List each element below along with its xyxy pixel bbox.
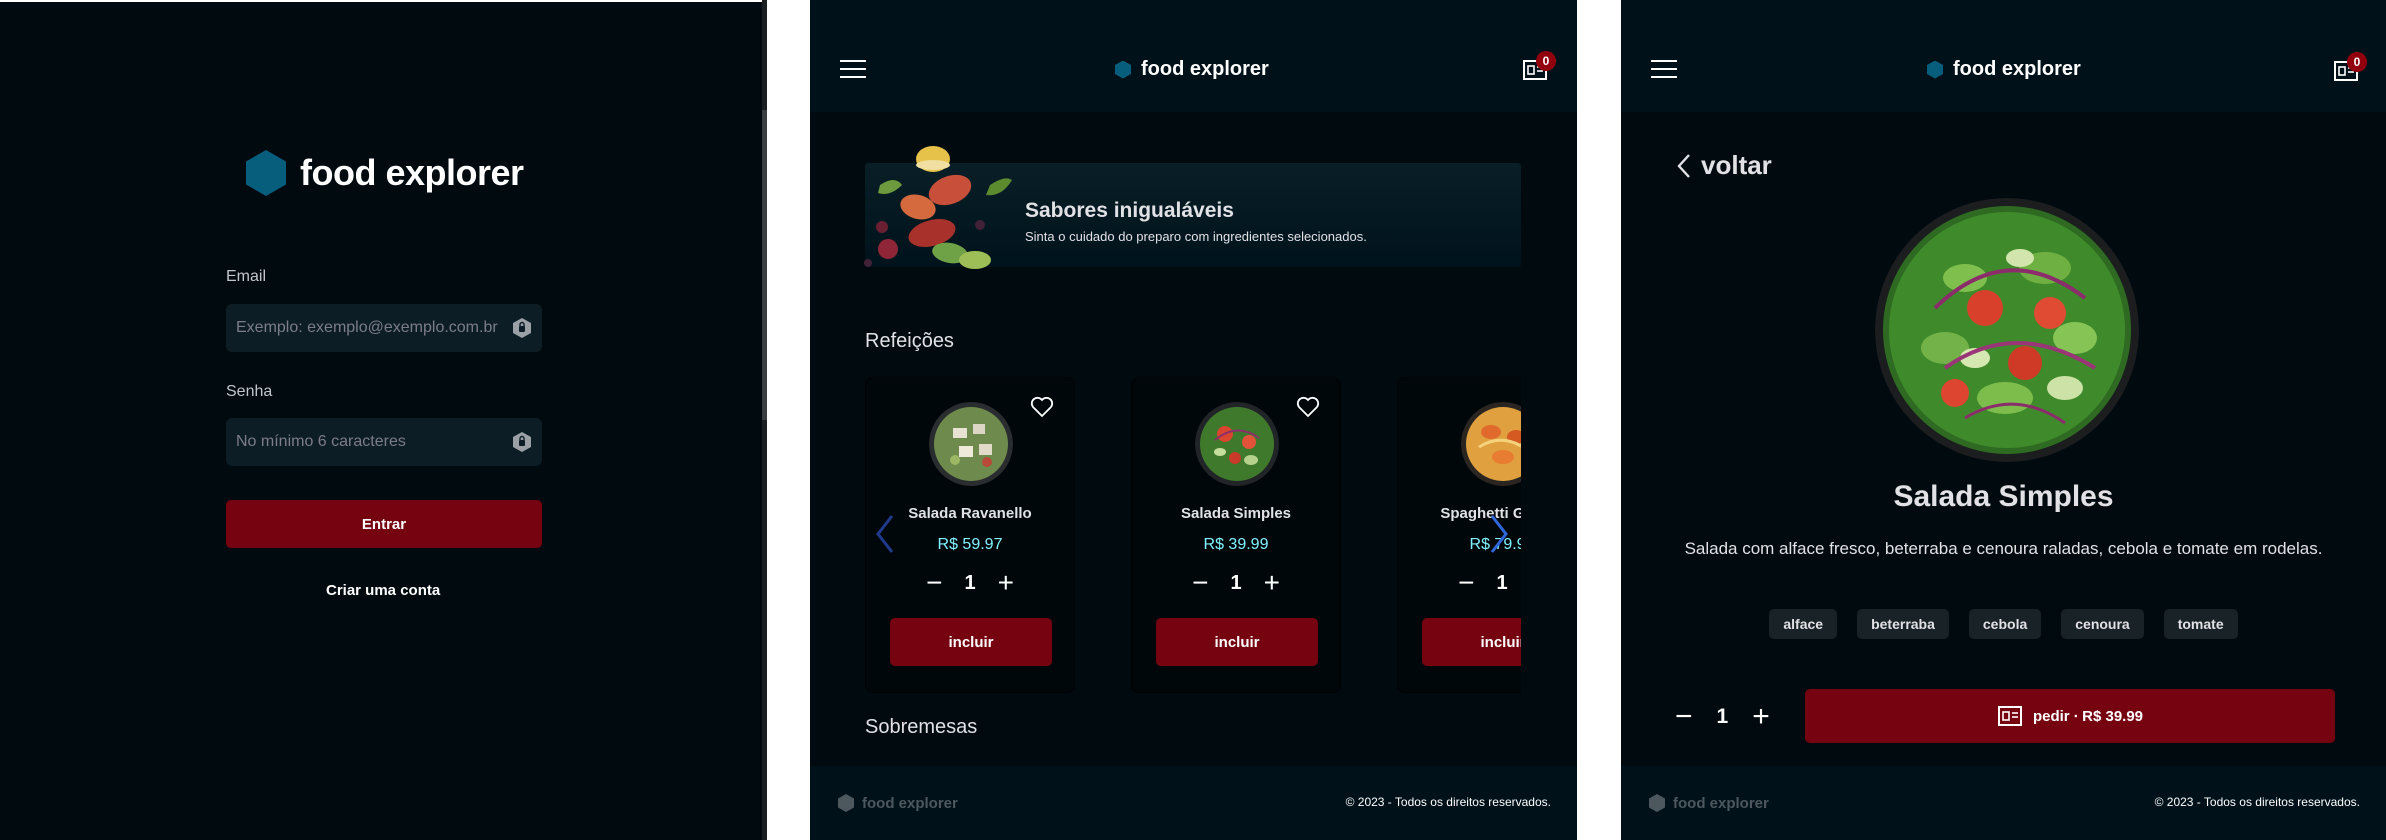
plus-icon[interactable]: + — [1264, 569, 1280, 597]
footer-logo-text: food explorer — [1673, 794, 1769, 812]
cart-count-badge: 0 — [1536, 51, 1556, 71]
email-field-wrapper — [226, 304, 542, 352]
dish-price: R$ 39.99 — [1203, 536, 1269, 553]
dish-card[interactable]: Salada Simples R$ 39.99 − 1 + incluir — [1131, 377, 1341, 693]
dish-price: R$ 59.97 — [937, 536, 1003, 553]
ingredient-tag: beterraba — [1857, 609, 1949, 639]
ingredient-tag: cenoura — [2061, 609, 2144, 639]
cart-count-badge: 0 — [2347, 52, 2367, 72]
back-label: voltar — [1701, 150, 1772, 180]
hexagon-logo-icon — [1927, 60, 1943, 79]
quantity-value: 1 — [964, 571, 976, 594]
macarons-image — [864, 146, 1012, 269]
home-screen: food explorer 0 Sabores inigualáveis Sin… — [810, 0, 1577, 840]
banner-subtitle: Sinta o cuidado do preparo com ingredien… — [1025, 229, 1367, 244]
menu-icon[interactable] — [1651, 60, 1677, 80]
include-button[interactable]: incluir — [1156, 618, 1318, 666]
banner-title: Sabores inigualáveis — [1025, 199, 1234, 222]
hexagon-logo-icon — [1115, 60, 1131, 79]
footer-logo-text: food explorer — [862, 794, 958, 812]
footer-logo: food explorer — [1649, 794, 1769, 812]
quantity-stepper: − 1 + — [1398, 569, 1521, 597]
menu-icon[interactable] — [840, 60, 866, 80]
password-field[interactable] — [236, 433, 512, 451]
logo-text: food explorer — [1141, 58, 1269, 80]
top-border — [0, 0, 765, 2]
dish-name[interactable]: Salada Ravanello — [866, 505, 1074, 522]
minus-icon[interactable]: − — [1675, 700, 1693, 734]
order-label: pedir ∙ R$ 39.99 — [2032, 707, 2144, 725]
hexagon-logo-icon — [246, 150, 286, 196]
logo: food explorer — [1927, 58, 2081, 81]
ingredient-tag: tomate — [2163, 609, 2238, 639]
quantity-value: 1 — [1716, 705, 1729, 728]
chevron-left-icon[interactable] — [874, 512, 896, 556]
logo-text: food explorer — [1953, 58, 2081, 80]
dish-description: Salada com alface fresco, beterraba e ce… — [1684, 539, 2323, 558]
meals-carousel: Salada Ravanello R$ 59.97 − 1 + incluir — [865, 377, 1521, 697]
quantity-stepper: − 1 + — [1132, 569, 1340, 597]
footer: food explorer © 2023 - Todos os direitos… — [810, 766, 1577, 840]
minus-icon[interactable]: − — [1458, 569, 1474, 597]
dish-image — [929, 402, 1013, 486]
logo-text: food explorer — [300, 152, 524, 193]
scrollbar-thumb[interactable] — [762, 110, 767, 420]
create-account-link[interactable]: Criar uma conta — [326, 582, 440, 599]
logo: food explorer — [1115, 58, 1269, 81]
quantity-value: 1 — [1496, 571, 1508, 594]
login-button[interactable]: Entrar — [226, 500, 542, 548]
dish-image — [1195, 402, 1279, 486]
password-manager-icon[interactable] — [512, 317, 532, 339]
quantity-stepper: − 1 + — [866, 569, 1074, 597]
chevron-right-icon[interactable] — [1488, 512, 1510, 556]
header: food explorer 0 — [1621, 0, 2386, 112]
minus-icon[interactable]: − — [926, 569, 942, 597]
section-title-desserts: Sobremesas — [865, 716, 978, 738]
password-manager-icon[interactable] — [512, 431, 532, 453]
quantity-stepper: − 1 + — [1675, 700, 1770, 734]
ingredient-tag: alface — [1769, 609, 1838, 639]
password-label: Senha — [226, 383, 273, 400]
footer-logo: food explorer — [838, 794, 958, 812]
dish-name[interactable]: Salada Simples — [1132, 505, 1340, 522]
email-field[interactable] — [236, 319, 512, 337]
logo: food explorer — [246, 150, 524, 196]
chevron-left-icon — [1677, 153, 1690, 178]
heart-icon[interactable] — [1030, 396, 1054, 418]
login-screen: food explorer Email Senha Entrar Criar u… — [0, 0, 767, 840]
order-button[interactable]: pedir ∙ R$ 39.99 — [1805, 689, 2335, 743]
dish-image — [1461, 402, 1521, 486]
quantity-value: 1 — [1230, 571, 1242, 594]
copyright: © 2023 - Todos os direitos reservados. — [2154, 795, 2360, 809]
dish-card[interactable]: Salada Ravanello R$ 59.97 − 1 + incluir — [865, 377, 1075, 693]
plus-icon[interactable]: + — [1752, 700, 1770, 734]
minus-icon[interactable]: − — [1192, 569, 1208, 597]
copyright: © 2023 - Todos os direitos reservados. — [1345, 795, 1551, 809]
include-button[interactable]: incluir — [890, 618, 1052, 666]
section-title-meals: Refeições — [865, 330, 954, 352]
include-button[interactable]: incluir — [1422, 618, 1521, 666]
hexagon-logo-icon — [1649, 794, 1665, 812]
back-button[interactable]: voltar — [1677, 150, 1772, 181]
ingredient-tags: alface beterraba cebola cenoura tomate — [1621, 609, 2386, 639]
dish-image — [1875, 198, 2139, 462]
heart-icon[interactable] — [1296, 396, 1320, 418]
password-field-wrapper — [226, 418, 542, 466]
dish-title: Salada Simples — [1893, 480, 2114, 513]
email-label: Email — [226, 268, 267, 285]
plus-icon[interactable]: + — [998, 569, 1014, 597]
ingredient-tag: cebola — [1968, 609, 2042, 639]
header: food explorer 0 — [810, 0, 1577, 112]
footer: food explorer © 2023 - Todos os direitos… — [1621, 766, 2386, 840]
hexagon-logo-icon — [838, 794, 854, 812]
dish-detail-screen: food explorer 0 voltar Salada Simples Sa… — [1621, 0, 2386, 840]
receipt-icon — [1997, 706, 2022, 726]
